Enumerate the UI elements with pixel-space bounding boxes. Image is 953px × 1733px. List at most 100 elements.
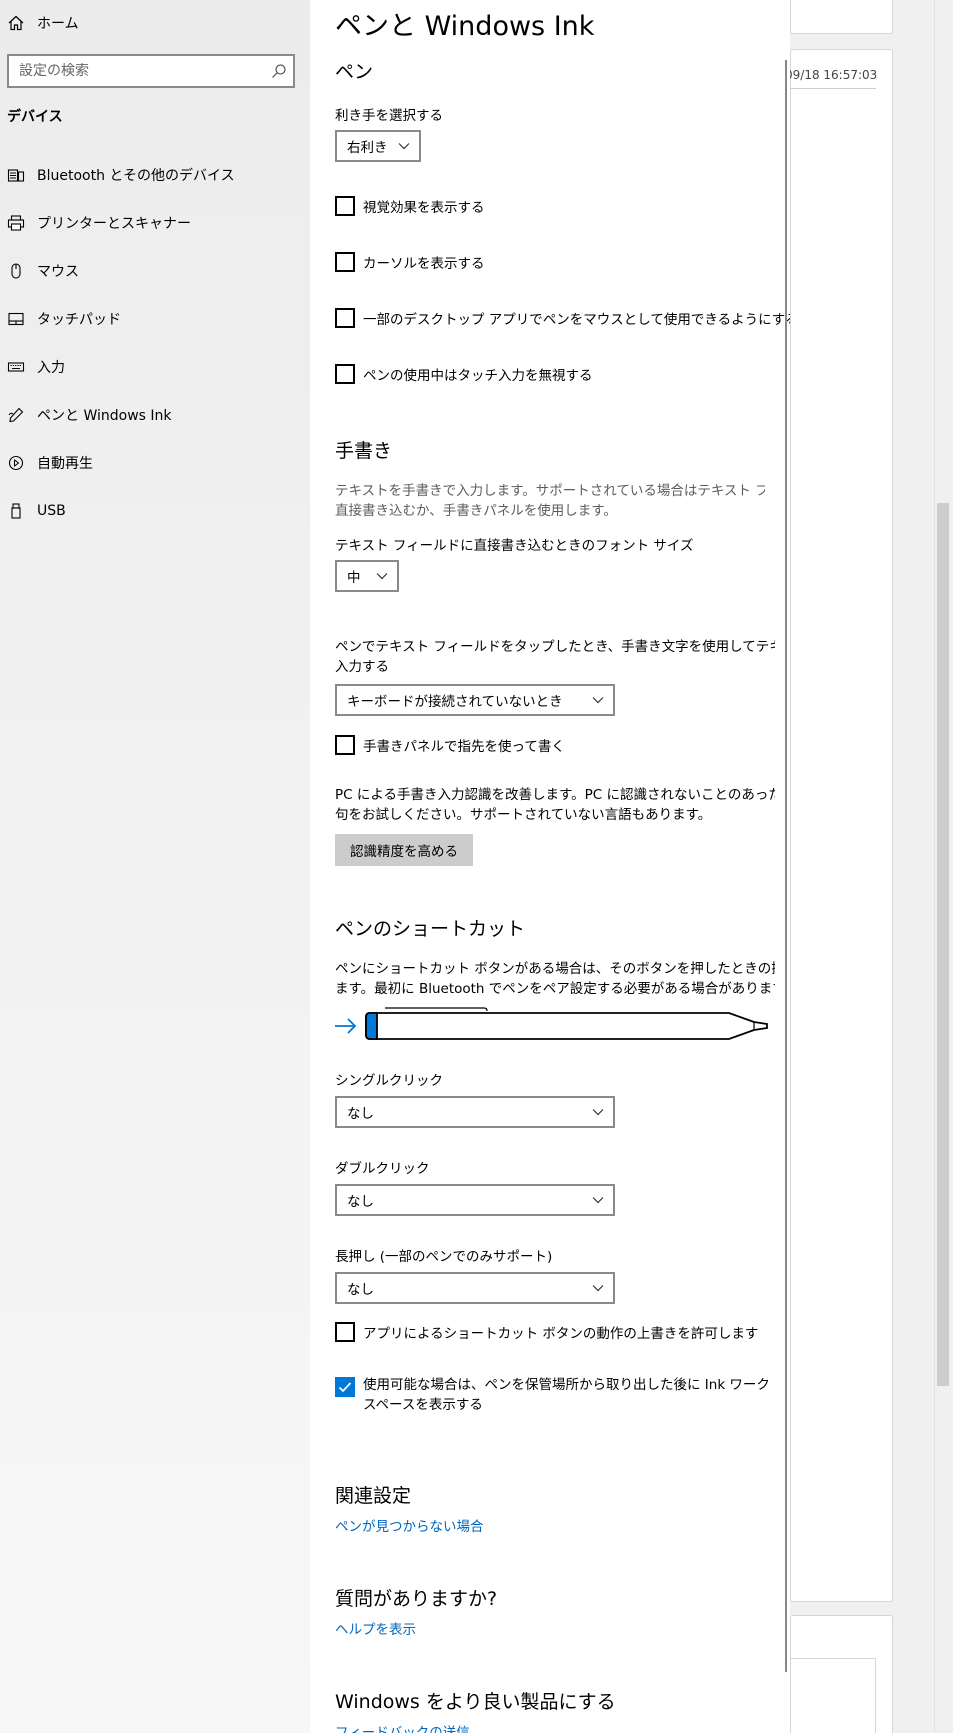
search-box[interactable] [7, 54, 295, 88]
sidebar-item-printers[interactable]: プリンターとスキャナー [0, 205, 310, 241]
checkbox-label: カーソルを表示する [363, 256, 485, 272]
sidebar-item-bluetooth[interactable]: Bluetooth とその他のデバイス [0, 157, 310, 193]
sidebar-section-title: デバイス [7, 109, 63, 125]
background-inner-box [790, 1658, 876, 1733]
checkbox-fingertip[interactable]: 手書きパネルで指先を使って書く [335, 735, 565, 755]
shortcuts-description: ペンにショートカット ボタンがある場合は、そのボタンを押したときの操作を選 ます… [335, 959, 775, 999]
checkbox-label: アプリによるショートカット ボタンの動作の上書きを許可します [363, 1326, 759, 1342]
label-line: 入力する [335, 659, 389, 675]
sidebar-item-label: 自動再生 [37, 456, 93, 472]
sidebar-item-label: プリンターとスキャナー [37, 216, 191, 232]
settings-window: ホーム デバイス Bluetooth とその他のデバイス [0, 0, 790, 1733]
sidebar-item-touchpad[interactable]: タッチパッド [0, 301, 310, 337]
checkbox-ink-workspace[interactable]: 使用可能な場合は、ペンを保管場所から取り出した後に Ink ワーク スペースを表… [335, 1377, 770, 1415]
pen-illustration [335, 1007, 768, 1040]
main-scrollbar[interactable] [785, 60, 787, 1672]
dropdown-value: なし [347, 1106, 374, 1122]
label-line: ペンでテキスト フィールドをタップしたとき、手書き文字を使用してテキストを [335, 639, 775, 655]
dropdown-value: なし [347, 1194, 374, 1210]
sidebar-item-home[interactable]: ホーム [0, 5, 310, 41]
chevron-down-icon [592, 697, 604, 704]
sidebar-item-mouse[interactable]: マウス [0, 253, 310, 289]
sidebar-item-label: 入力 [37, 360, 65, 376]
checkbox-label: 使用可能な場合は、ペンを保管場所から取り出した後に Ink ワーク スペースを表… [363, 1375, 770, 1415]
checkbox-label: 一部のデスクトップ アプリでペンをマウスとして使用できるようにする [363, 312, 790, 328]
chevron-down-icon [592, 1197, 604, 1204]
dropdown-value: なし [347, 1282, 374, 1298]
checkbox-visual-effects[interactable]: 視覚効果を表示する [335, 196, 485, 216]
improve-recognition-button[interactable]: 認識精度を高める [335, 834, 473, 866]
sidebar-item-label: ホーム [37, 16, 79, 32]
description-line: 句をお試しください。サポートされていない言語もあります。 [335, 807, 712, 823]
checkbox-ignore-touch[interactable]: ペンの使用中はタッチ入力を無視する [335, 364, 593, 384]
checkbox-app-override[interactable]: アプリによるショートカット ボタンの動作の上書きを許可します [335, 1322, 758, 1342]
double-click-label: ダブルクリック [335, 1161, 430, 1177]
checkbox[interactable] [335, 252, 355, 272]
background-panel [790, 0, 893, 34]
background-panel [790, 49, 893, 1602]
background-scrollbar-thumb[interactable] [937, 503, 949, 1386]
usb-icon [11, 503, 21, 519]
sidebar-item-label: タッチパッド [37, 312, 121, 328]
checkbox-label: 手書きパネルで指先を使って書く [363, 739, 565, 755]
sidebar-item-typing[interactable]: 入力 [0, 349, 310, 385]
sidebar: ホーム デバイス Bluetooth とその他のデバイス [0, 0, 310, 1733]
checkbox-checked[interactable] [335, 1377, 355, 1397]
section-title-handwriting: 手書き [335, 440, 393, 462]
checkbox-label: ペンの使用中はタッチ入力を無視する [363, 368, 593, 384]
touchpad-icon [8, 312, 24, 326]
description-line: ます。最初に Bluetooth でペンをペア設定する必要がある場合があります。 [335, 981, 775, 997]
section-title-pen: ペン [335, 61, 374, 83]
double-click-dropdown[interactable]: なし [335, 1184, 615, 1216]
checkbox[interactable] [335, 364, 355, 384]
checkbox-label: 視覚効果を表示する [363, 200, 485, 216]
checkbox-show-cursor[interactable]: カーソルを表示する [335, 252, 485, 272]
sidebar-item-label: Bluetooth とその他のデバイス [37, 168, 235, 184]
section-title-shortcuts: ペンのショートカット [335, 918, 526, 940]
description-line: PC による手書き入力認識を改善します。PC に認識されないことのあった語 [335, 787, 775, 803]
sidebar-item-usb[interactable]: USB [0, 493, 310, 529]
checkbox[interactable] [335, 1322, 355, 1342]
label-line: スペースを表示する [363, 1397, 483, 1413]
checkbox[interactable] [335, 735, 355, 755]
tap-handwriting-label: ペンでテキスト フィールドをタップしたとき、手書き文字を使用してテキストを 入力… [335, 637, 775, 677]
checkbox-pen-as-mouse[interactable]: 一部のデスクトップ アプリでペンをマウスとして使用できるようにする [335, 308, 790, 328]
chevron-down-icon [592, 1285, 604, 1292]
description-line: ペンにショートカット ボタンがある場合は、そのボタンを押したときの操作を選 [335, 961, 775, 977]
sidebar-item-autoplay[interactable]: 自動再生 [0, 445, 310, 481]
font-size-dropdown[interactable]: 中 [335, 560, 399, 592]
feedback-link[interactable]: フィードバックの送信 [335, 1721, 470, 1733]
checkbox[interactable] [335, 308, 355, 328]
handwriting-description: テキストを手書きで入力します。サポートされている場合はテキスト フィールドに 直… [335, 481, 765, 523]
single-click-label: シングルクリック [335, 1073, 443, 1089]
recognition-description: PC による手書き入力認識を改善します。PC に認識されないことのあった語 句を… [335, 785, 775, 825]
background-divider [790, 88, 876, 89]
mouse-icon [11, 263, 21, 279]
tap-handwriting-dropdown[interactable]: キーボードが接続されていないとき [335, 684, 615, 716]
pen-icon [8, 407, 24, 423]
pen-not-found-link[interactable]: ペンが見つからない場合 [335, 1515, 484, 1535]
font-size-label: テキスト フィールドに直接書き込むときのフォント サイズ [335, 538, 694, 554]
bluetooth-device-icon [7, 169, 25, 182]
sidebar-item-label: USB [37, 503, 66, 519]
chevron-down-icon [592, 1109, 604, 1116]
section-title-questions: 質問がありますか? [335, 1588, 498, 1610]
description-line: テキストを手書きで入力します。サポートされている場合はテキスト フィールドに [335, 483, 765, 499]
sidebar-item-pen[interactable]: ペンと Windows Ink [0, 397, 310, 433]
page-title: ペンと Windows Ink [335, 11, 595, 42]
background-timestamp: 09/18 16:57:03 [785, 68, 878, 82]
sidebar-item-label: ペンと Windows Ink [37, 408, 172, 424]
dropdown-value: 中 [347, 570, 361, 586]
long-press-dropdown[interactable]: なし [335, 1272, 615, 1304]
keyboard-icon [7, 362, 25, 372]
sidebar-item-label: マウス [37, 264, 79, 280]
get-help-link[interactable]: ヘルプを表示 [335, 1618, 416, 1638]
checkbox[interactable] [335, 196, 355, 216]
arrow-right-icon [335, 1018, 357, 1034]
search-input[interactable] [9, 63, 259, 79]
chevron-down-icon [376, 573, 388, 580]
single-click-dropdown[interactable]: なし [335, 1096, 615, 1128]
handedness-dropdown[interactable]: 右利き [335, 130, 421, 162]
dropdown-value: 右利き [347, 140, 388, 156]
search-icon[interactable] [271, 63, 287, 79]
